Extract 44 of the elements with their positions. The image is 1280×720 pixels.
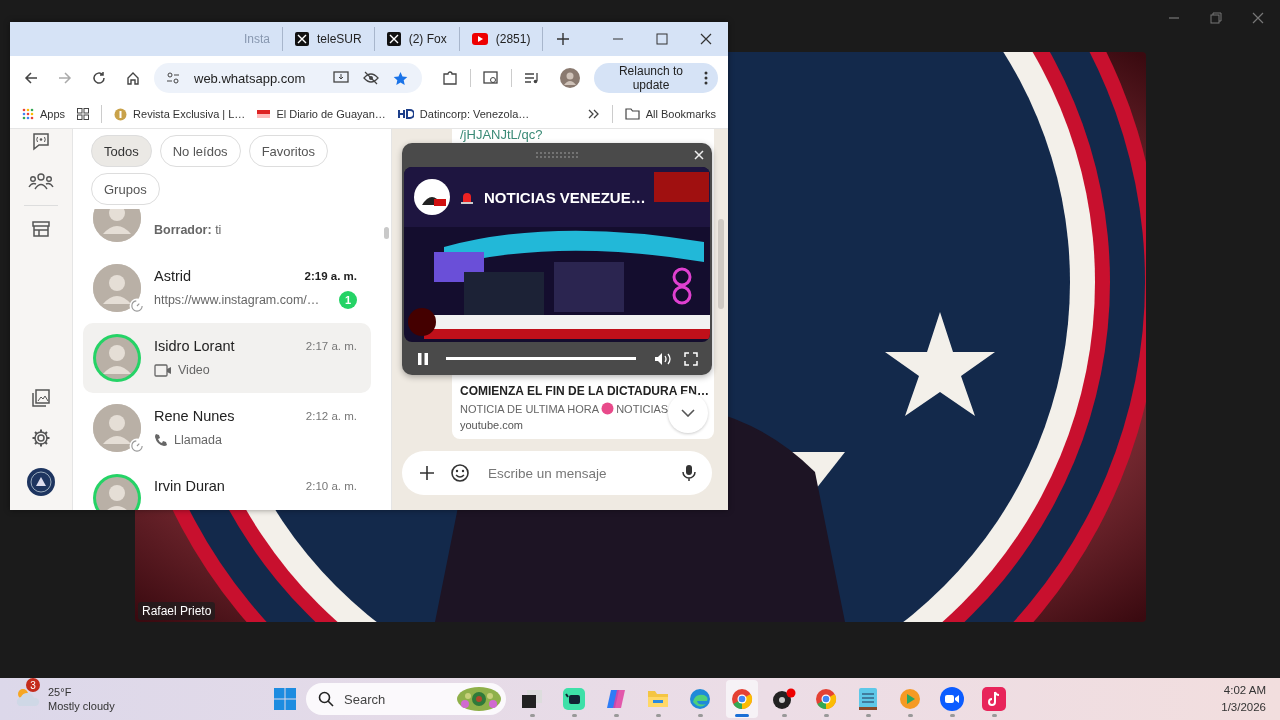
browser-tab[interactable]: (2) Fox [374,27,460,51]
communities-icon[interactable] [28,171,54,191]
video-meeting-icon [940,687,964,711]
back-icon[interactable] [24,71,38,85]
maximize-icon[interactable] [656,33,668,45]
close-icon[interactable] [700,33,712,45]
tab-groups-icon[interactable] [77,108,90,120]
reload-icon[interactable] [92,71,106,85]
settings-icon[interactable] [31,428,51,448]
restore-icon[interactable] [1210,12,1222,24]
chat-app-icon [563,688,585,710]
apps-grid-icon [22,108,34,120]
search-field[interactable]: Search [306,683,506,715]
filter-chip[interactable]: Todos [91,135,152,167]
clock-time[interactable]: 4:02 AM [1223,681,1266,699]
channels-icon[interactable] [31,131,51,151]
play-logo-icon [471,33,488,45]
folder-icon [647,690,669,708]
music-note-icon [982,687,1006,711]
profile-avatar[interactable] [27,468,55,496]
edge-icon [689,688,711,710]
start-icon[interactable] [274,688,296,710]
media-gallery-icon[interactable] [31,388,51,408]
media-player-icon [899,688,921,710]
temperature: 25°F [48,684,73,699]
new-tab-icon[interactable] [557,33,570,45]
bookmark[interactable]: Apps [22,108,66,120]
notification-badge: 3 [26,678,40,692]
recorder-icon [772,688,796,710]
clock-date[interactable]: 1/3/2026 [1221,699,1266,717]
x-logo-icon [386,32,401,46]
chrome-icon [815,688,837,710]
close-icon[interactable] [1252,12,1264,24]
store-icon[interactable] [31,220,51,238]
x-logo-icon [295,32,309,46]
notepad-icon [859,688,877,710]
coin-icon [114,107,128,121]
browser-tab[interactable]: (2851) [459,27,544,51]
weather-condition: Mostly cloudy [48,699,115,714]
task-view-icon [521,689,543,709]
search-icon [318,691,334,707]
copilot-icon [605,688,627,710]
chrome-icon [731,688,753,710]
browser-tab[interactable]: teleSUR [283,27,375,51]
